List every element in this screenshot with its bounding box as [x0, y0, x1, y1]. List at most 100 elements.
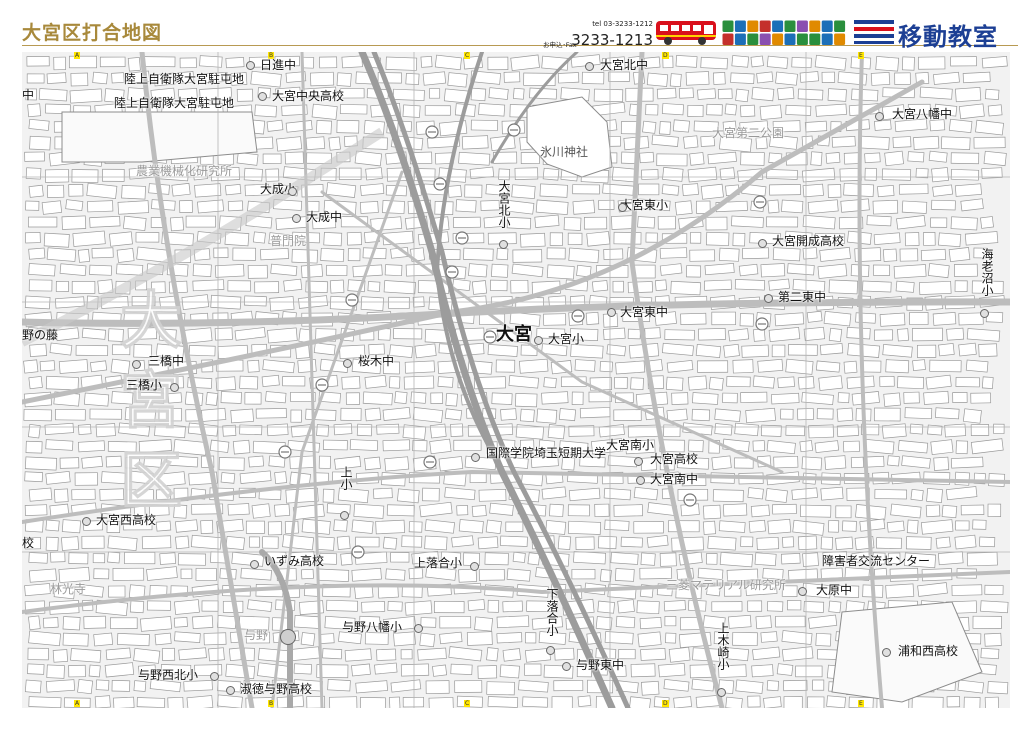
station-marker[interactable]	[534, 336, 543, 345]
city-block	[45, 439, 74, 451]
school-marker[interactable]	[82, 517, 91, 526]
city-block	[122, 215, 147, 232]
city-block	[668, 646, 691, 663]
city-block	[984, 696, 1000, 708]
city-block	[803, 600, 825, 613]
city-block	[747, 695, 761, 708]
city-block	[645, 232, 658, 243]
city-block	[536, 408, 558, 424]
city-block	[909, 312, 929, 325]
city-block	[322, 488, 335, 503]
city-block	[174, 599, 200, 615]
city-block	[935, 536, 951, 549]
city-block	[45, 470, 71, 485]
school-marker[interactable]	[875, 112, 884, 121]
city-block	[646, 534, 669, 548]
city-block	[615, 615, 636, 629]
school-marker[interactable]	[585, 62, 594, 71]
city-block	[458, 519, 484, 534]
school-marker[interactable]	[132, 360, 141, 369]
city-block	[461, 135, 489, 150]
city-block	[305, 408, 337, 421]
school-marker[interactable]	[340, 511, 349, 520]
city-block	[245, 520, 265, 534]
city-block	[950, 152, 980, 165]
city-block	[828, 327, 843, 343]
school-marker[interactable]	[546, 646, 555, 655]
city-block	[339, 104, 368, 115]
school-marker[interactable]	[758, 239, 767, 248]
city-block	[232, 439, 251, 455]
city-block	[24, 679, 42, 694]
school-marker[interactable]	[470, 562, 479, 571]
city-block	[774, 312, 805, 327]
city-block	[180, 568, 193, 579]
school-marker[interactable]	[258, 92, 267, 101]
city-block	[629, 696, 651, 708]
city-block	[28, 184, 44, 198]
school-marker[interactable]	[292, 214, 301, 223]
city-block	[417, 647, 447, 661]
city-block	[283, 278, 303, 292]
city-block	[706, 103, 723, 116]
school-marker[interactable]	[764, 294, 773, 303]
activity-tile-icon	[722, 33, 734, 45]
city-block	[984, 632, 1002, 647]
city-block	[453, 439, 482, 451]
school-marker[interactable]	[618, 203, 627, 212]
city-block	[617, 599, 635, 614]
city-block	[469, 472, 487, 483]
city-block	[88, 664, 101, 678]
school-marker[interactable]	[980, 309, 989, 318]
school-marker[interactable]	[499, 240, 508, 249]
city-block	[987, 104, 1003, 117]
school-marker[interactable]	[562, 662, 571, 671]
city-block	[320, 247, 345, 263]
city-block	[960, 198, 984, 212]
school-marker[interactable]	[414, 624, 423, 633]
city-block	[892, 136, 912, 149]
school-marker[interactable]	[607, 308, 616, 317]
city-block	[44, 422, 74, 435]
school-marker[interactable]	[210, 672, 219, 681]
school-marker[interactable]	[717, 688, 726, 697]
city-block	[607, 455, 638, 468]
city-block	[689, 152, 705, 166]
city-block	[940, 136, 971, 150]
city-block	[220, 391, 242, 404]
city-block	[27, 103, 42, 118]
city-block	[429, 88, 441, 99]
school-marker[interactable]	[634, 457, 643, 466]
city-block	[882, 344, 913, 358]
city-block	[175, 535, 190, 550]
place-label: 大宮西高校	[96, 513, 157, 527]
school-marker[interactable]	[882, 648, 891, 657]
school-marker[interactable]	[226, 686, 235, 695]
city-block	[783, 696, 803, 708]
school-marker[interactable]	[288, 187, 297, 196]
school-marker[interactable]	[250, 560, 259, 569]
city-block	[958, 103, 985, 120]
city-map[interactable]: 大 宮 区 A B C D E A B C D E 日進中 陸上自衛隊大宮駐屯地…	[22, 52, 1010, 708]
city-block	[81, 327, 107, 340]
city-block	[389, 696, 401, 708]
city-block	[424, 535, 448, 551]
school-marker[interactable]	[246, 61, 255, 70]
city-block	[570, 344, 604, 359]
school-marker[interactable]	[471, 453, 480, 462]
city-block	[506, 568, 531, 582]
school-marker[interactable]	[636, 476, 645, 485]
station-marker[interactable]	[280, 629, 296, 645]
school-marker[interactable]	[798, 587, 807, 596]
city-block	[140, 616, 172, 632]
school-marker[interactable]	[343, 359, 352, 368]
city-block	[111, 680, 131, 692]
city-block	[979, 536, 996, 548]
city-block	[293, 614, 321, 629]
city-block	[797, 408, 814, 421]
city-block	[807, 199, 839, 215]
city-block	[58, 566, 90, 583]
city-block	[781, 199, 804, 214]
city-block	[512, 551, 526, 563]
school-marker[interactable]	[170, 383, 179, 392]
